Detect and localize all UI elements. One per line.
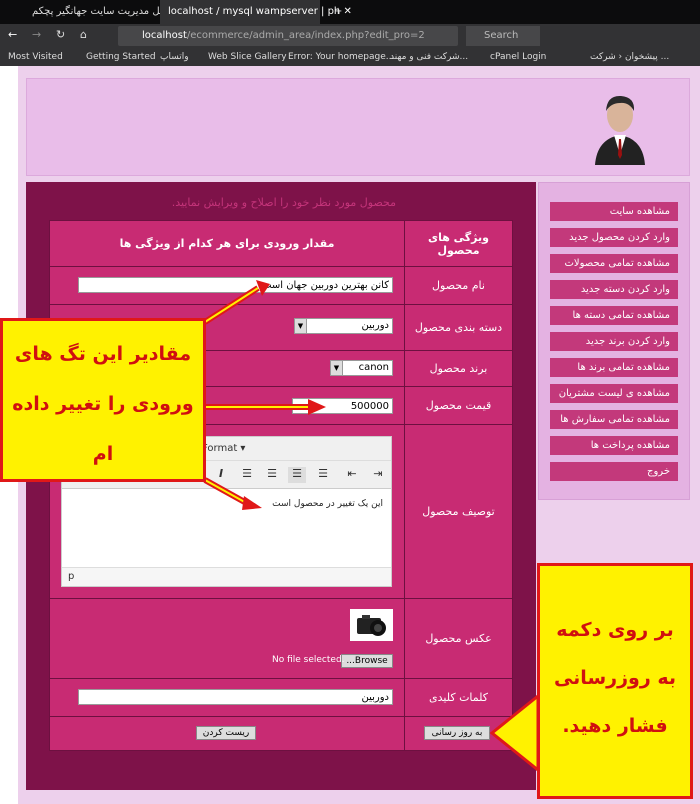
arrow-to-name	[203, 280, 270, 325]
arrow-to-description	[203, 477, 262, 510]
callout-right: بر روی دکمه به روزرسانی فشار دهید.	[537, 563, 693, 799]
arrow-to-price	[205, 399, 326, 415]
callout-left: مقادیر این تگ های ورودی را تغییر داده ام	[0, 318, 206, 482]
arrow-to-update	[489, 692, 540, 774]
